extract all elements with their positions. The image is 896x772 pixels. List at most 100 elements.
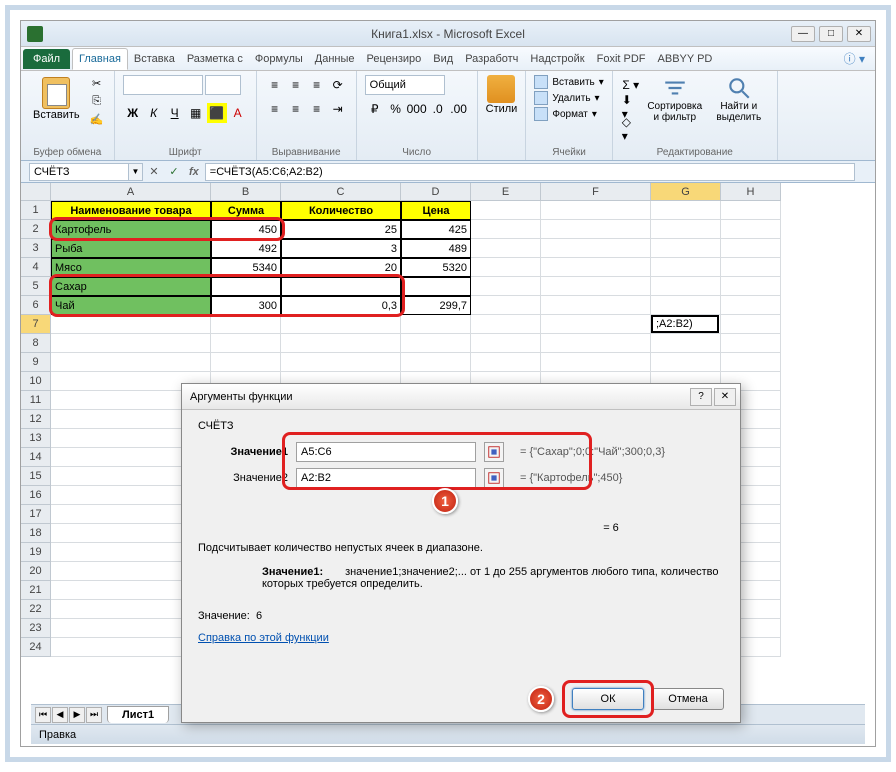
format-cells-button[interactable]: Формат ▾ [534,107,603,121]
cell[interactable]: 20 [281,258,401,277]
arg1-input[interactable] [296,442,476,462]
col-header-E[interactable]: E [471,183,541,201]
cell[interactable] [541,315,651,334]
cell[interactable] [721,353,781,372]
tab-addins[interactable]: Надстройк [524,49,590,69]
align-top-icon[interactable]: ≡ [265,75,285,95]
align-center-icon[interactable]: ≡ [286,99,306,119]
enter-formula-icon[interactable]: ✓ [165,163,183,181]
ok-button[interactable]: ОК [572,688,644,710]
fill-icon[interactable]: ⬇ ▾ [621,97,641,117]
cell[interactable]: 489 [401,239,471,258]
dialog-help-icon[interactable]: ? [690,388,712,406]
cell[interactable] [281,315,401,334]
tab-nav-first-icon[interactable]: ⏮ [35,707,51,723]
cell[interactable] [211,315,281,334]
paste-button[interactable]: Вставить [29,75,84,123]
cell[interactable] [471,353,541,372]
arg1-range-button[interactable] [484,442,504,462]
row-header-12[interactable]: 12 [21,410,51,429]
font-color-button[interactable]: A [228,103,248,123]
cell[interactable] [651,258,721,277]
tab-formulas[interactable]: Формулы [249,49,309,69]
tab-foxit[interactable]: Foxit PDF [591,49,652,69]
tab-insert[interactable]: Вставка [128,49,181,69]
col-header-H[interactable]: H [721,183,781,201]
cell[interactable] [471,296,541,315]
row-header-13[interactable]: 13 [21,429,51,448]
cell[interactable] [541,334,651,353]
cell[interactable]: Чай [51,296,211,315]
fill-color-button[interactable]: ⬛ [207,103,227,123]
align-bottom-icon[interactable]: ≡ [307,75,327,95]
autosum-icon[interactable]: Σ ▾ [621,75,641,95]
row-header-16[interactable]: 16 [21,486,51,505]
tab-nav-prev-icon[interactable]: ◀ [52,707,68,723]
align-left-icon[interactable]: ≡ [265,99,285,119]
row-header-24[interactable]: 24 [21,638,51,657]
cell[interactable] [211,277,281,296]
number-format-select[interactable] [365,75,445,95]
cell[interactable] [721,315,781,334]
row-header-3[interactable]: 3 [21,239,51,258]
tab-developer[interactable]: Разработч [459,49,524,69]
cell[interactable]: 299,7 [401,296,471,315]
cut-icon[interactable]: ✂ [88,75,106,91]
cell[interactable] [721,296,781,315]
tab-view[interactable]: Вид [427,49,459,69]
row-header-10[interactable]: 10 [21,372,51,391]
help-icon[interactable]: ⓘ ▾ [844,50,865,67]
cell[interactable] [471,334,541,353]
cell[interactable] [541,220,651,239]
col-header-G[interactable]: G [651,183,721,201]
cell[interactable] [651,201,721,220]
tab-abbyy[interactable]: ABBYY PD [652,49,719,69]
col-header-D[interactable]: D [401,183,471,201]
cell[interactable] [721,258,781,277]
orientation-icon[interactable]: ⟳ [328,75,348,95]
styles-button[interactable]: Стили [486,75,518,115]
select-all-corner[interactable] [21,183,51,201]
row-header-19[interactable]: 19 [21,543,51,562]
cell[interactable] [401,353,471,372]
cell[interactable] [401,334,471,353]
comma-icon[interactable]: 000 [407,99,427,119]
cell[interactable]: 5340 [211,258,281,277]
row-header-7[interactable]: 7 [21,315,51,334]
font-select[interactable] [123,75,203,95]
minimize-button[interactable]: — [791,26,815,42]
cancel-button[interactable]: Отмена [652,688,724,710]
row-header-6[interactable]: 6 [21,296,51,315]
cell[interactable]: Картофель [51,220,211,239]
dialog-close-icon[interactable]: ✕ [714,388,736,406]
cell[interactable] [651,277,721,296]
cell[interactable]: Сахар [51,277,211,296]
row-header-9[interactable]: 9 [21,353,51,372]
cell[interactable] [721,334,781,353]
cell[interactable] [541,353,651,372]
cell[interactable] [471,220,541,239]
cell[interactable] [401,277,471,296]
align-middle-icon[interactable]: ≡ [286,75,306,95]
row-header-21[interactable]: 21 [21,581,51,600]
cell[interactable] [471,258,541,277]
italic-button[interactable]: К [144,103,164,123]
increase-decimal-icon[interactable]: .0 [428,99,448,119]
cell[interactable] [541,296,651,315]
decrease-decimal-icon[interactable]: .00 [449,99,469,119]
fx-icon[interactable]: fx [189,166,199,178]
cell[interactable] [651,353,721,372]
cell[interactable] [211,334,281,353]
formula-input[interactable]: =СЧЁТЗ(A5:C6;A2:B2) [205,163,855,181]
row-header-14[interactable]: 14 [21,448,51,467]
cell[interactable] [721,201,781,220]
cell[interactable]: Сумма [211,201,281,220]
tab-data[interactable]: Данные [309,49,361,69]
currency-icon[interactable]: ₽ [365,99,385,119]
cell[interactable]: 450 [211,220,281,239]
cell[interactable]: 492 [211,239,281,258]
sort-filter-button[interactable]: Сортировка и фильтр [645,75,705,123]
cell[interactable] [651,334,721,353]
arg2-input[interactable] [296,468,476,488]
clear-icon[interactable]: ◇ ▾ [621,119,641,139]
